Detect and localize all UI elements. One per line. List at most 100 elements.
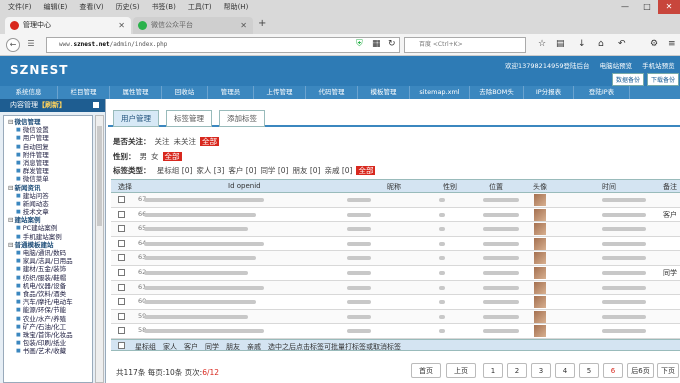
page-number-button[interactable]: 6 [603, 363, 623, 378]
page-number-button[interactable]: 2 [507, 363, 527, 378]
menu-item[interactable]: 文件(F) [8, 2, 32, 12]
menu-item[interactable]: 编辑(E) [44, 2, 68, 12]
filter-option[interactable]: 关注 [155, 137, 170, 146]
sidebar-item[interactable]: 矿产/石油/化工 [4, 323, 92, 331]
scrollbar-thumb[interactable] [97, 126, 102, 226]
filter-option[interactable]: 朋友 [0] [292, 166, 320, 175]
qr-icon[interactable]: ▦ [372, 39, 381, 49]
menu-item[interactable]: 帮助(H) [224, 2, 249, 12]
module-nav-item[interactable]: 登陆IP表 [574, 86, 630, 99]
sidebar-item[interactable]: 消息管理 [4, 159, 92, 167]
sidebar-scrollbar[interactable] [95, 115, 104, 383]
filter-option[interactable]: 未关注 [174, 137, 197, 146]
row-checkbox[interactable] [118, 269, 125, 276]
menu-item[interactable]: 查看(V) [79, 2, 103, 12]
back-button[interactable]: ← [6, 38, 20, 52]
sidebar-item[interactable]: 纺织/服装/鞋帽 [4, 274, 92, 282]
sidebar-item[interactable]: 微信菜单 [4, 175, 92, 183]
sidebar-item[interactable]: 能源/环保/节能 [4, 306, 92, 314]
menu-icon[interactable]: ≡ [668, 39, 676, 49]
module-nav-item[interactable]: 回收站 [162, 86, 208, 99]
sidebar-item[interactable]: 手机建站案例 [4, 233, 92, 241]
module-nav-item[interactable]: 代码管理 [306, 86, 358, 99]
filter-selected[interactable]: 全部 [162, 152, 182, 161]
filter-option[interactable]: 星标组 [0] [157, 166, 193, 175]
reload-icon[interactable]: ↻ [388, 39, 396, 49]
sidebar-item[interactable]: 用户管理 [4, 134, 92, 142]
menu-item[interactable]: 工具(T) [188, 2, 212, 12]
first-page-button[interactable]: 首页 [411, 363, 441, 378]
bulk-tag-option[interactable]: 朋友 [226, 342, 240, 352]
filter-selected[interactable]: 全部 [356, 166, 376, 175]
sidebar-group[interactable]: 微信管理 [4, 118, 92, 126]
clipboard-icon[interactable]: ▤ [556, 39, 565, 49]
sidebar-group[interactable]: 新闻资讯 [4, 184, 92, 192]
sidebar-item[interactable]: 食品/饮料/酒类 [4, 290, 92, 298]
bulk-tag-option[interactable]: 亲戚 [247, 342, 261, 352]
maximize-button[interactable]: □ [636, 0, 658, 14]
close-tab-icon[interactable]: ✕ [118, 17, 125, 34]
bulk-tag-option[interactable]: 客户 [184, 342, 198, 352]
tab-tag-management[interactable]: 标签管理 [166, 110, 212, 127]
page-number-button[interactable]: 1 [483, 363, 503, 378]
extension-icon[interactable]: ⚙ [650, 39, 658, 49]
row-checkbox[interactable] [118, 210, 125, 218]
row-checkbox[interactable] [118, 196, 125, 203]
module-nav-item[interactable]: sitemap.xml [410, 86, 470, 99]
tab-admin[interactable]: 管理中心 ✕ [5, 17, 131, 34]
page-number-button[interactable]: 4 [555, 363, 575, 378]
close-window-button[interactable]: ✕ [658, 0, 680, 14]
prev-page-button[interactable]: 上页 [446, 363, 476, 378]
row-checkbox[interactable] [118, 283, 125, 291]
sidebar-item[interactable]: 附件管理 [4, 151, 92, 159]
close-tab-icon[interactable]: ✕ [240, 17, 247, 34]
module-nav-item[interactable]: 系统信息 [0, 86, 58, 99]
bulk-tag-option[interactable]: 同学 [205, 342, 219, 352]
sidebar-item[interactable]: 建材/五金/装饰 [4, 265, 92, 273]
filter-option[interactable]: 家人 [3] [196, 166, 224, 175]
tab-wechat[interactable]: 微信公众平台 ✕ [133, 17, 253, 34]
module-nav-item[interactable]: 管理员 [208, 86, 254, 99]
home-icon[interactable]: ☰ [24, 38, 38, 52]
bulk-tag-option[interactable]: 家人 [163, 342, 177, 352]
next-six-pages-button[interactable]: 后6页 [627, 363, 654, 378]
bookmark-star-icon[interactable]: ☆ [538, 39, 546, 49]
home-page-icon[interactable]: ⌂ [598, 39, 604, 49]
select-all-checkbox[interactable] [118, 342, 125, 349]
search-input[interactable]: 百度 <Ctrl+K> [404, 37, 526, 53]
page-number-button[interactable]: 3 [531, 363, 551, 378]
undo-icon[interactable]: ↶ [618, 39, 626, 49]
sidebar-item[interactable]: 新闻动态 [4, 200, 92, 208]
module-nav-item[interactable]: IP分报表 [524, 86, 574, 99]
row-checkbox[interactable] [118, 327, 125, 335]
mobile-preview-link[interactable]: 手机站预览 [642, 62, 675, 70]
filter-option[interactable]: 客户 [0] [228, 166, 256, 175]
sidebar-toggle-icon[interactable] [93, 102, 99, 108]
tab-add-tag[interactable]: 添加标签 [219, 110, 265, 127]
filter-option[interactable]: 男 [140, 152, 148, 161]
address-bar[interactable]: www.sznest.net/admin/index.php [46, 37, 400, 53]
sidebar-item[interactable]: 机电/仪器/设备 [4, 282, 92, 290]
bulk-tag-option[interactable]: 星标组 [135, 342, 156, 352]
row-checkbox[interactable] [118, 225, 125, 233]
sidebar-item[interactable]: 珠宝/首饰/化妆品 [4, 331, 92, 339]
filter-option[interactable]: 亲戚 [0] [324, 166, 352, 175]
sidebar-item[interactable]: 自动回复 [4, 143, 92, 151]
row-checkbox[interactable] [118, 254, 125, 262]
sidebar-item[interactable]: 农业/水产/养殖 [4, 315, 92, 323]
row-checkbox[interactable] [118, 298, 125, 306]
module-nav-item[interactable]: 栏目管理 [58, 86, 110, 99]
download-backup-button[interactable]: 下载备份 [647, 73, 680, 86]
sidebar-group[interactable]: 普通模板建站 [4, 241, 92, 249]
module-nav-item[interactable]: 属性管理 [110, 86, 162, 99]
module-nav-item[interactable]: 上传管理 [254, 86, 306, 99]
new-tab-button[interactable]: + [258, 18, 266, 29]
sidebar-refresh-link[interactable]: 【刷新】 [38, 101, 66, 109]
menu-item[interactable]: 历史(S) [116, 2, 140, 12]
filter-selected[interactable]: 全部 [200, 137, 219, 146]
tab-user-management[interactable]: 用户管理 [113, 110, 159, 127]
sidebar-item[interactable]: 书画/艺术/收藏 [4, 347, 92, 355]
module-nav-item[interactable]: 去除BOM头 [470, 86, 524, 99]
download-icon[interactable]: ↓ [578, 39, 586, 49]
sidebar-item[interactable]: 电脑/通讯/数码 [4, 249, 92, 257]
